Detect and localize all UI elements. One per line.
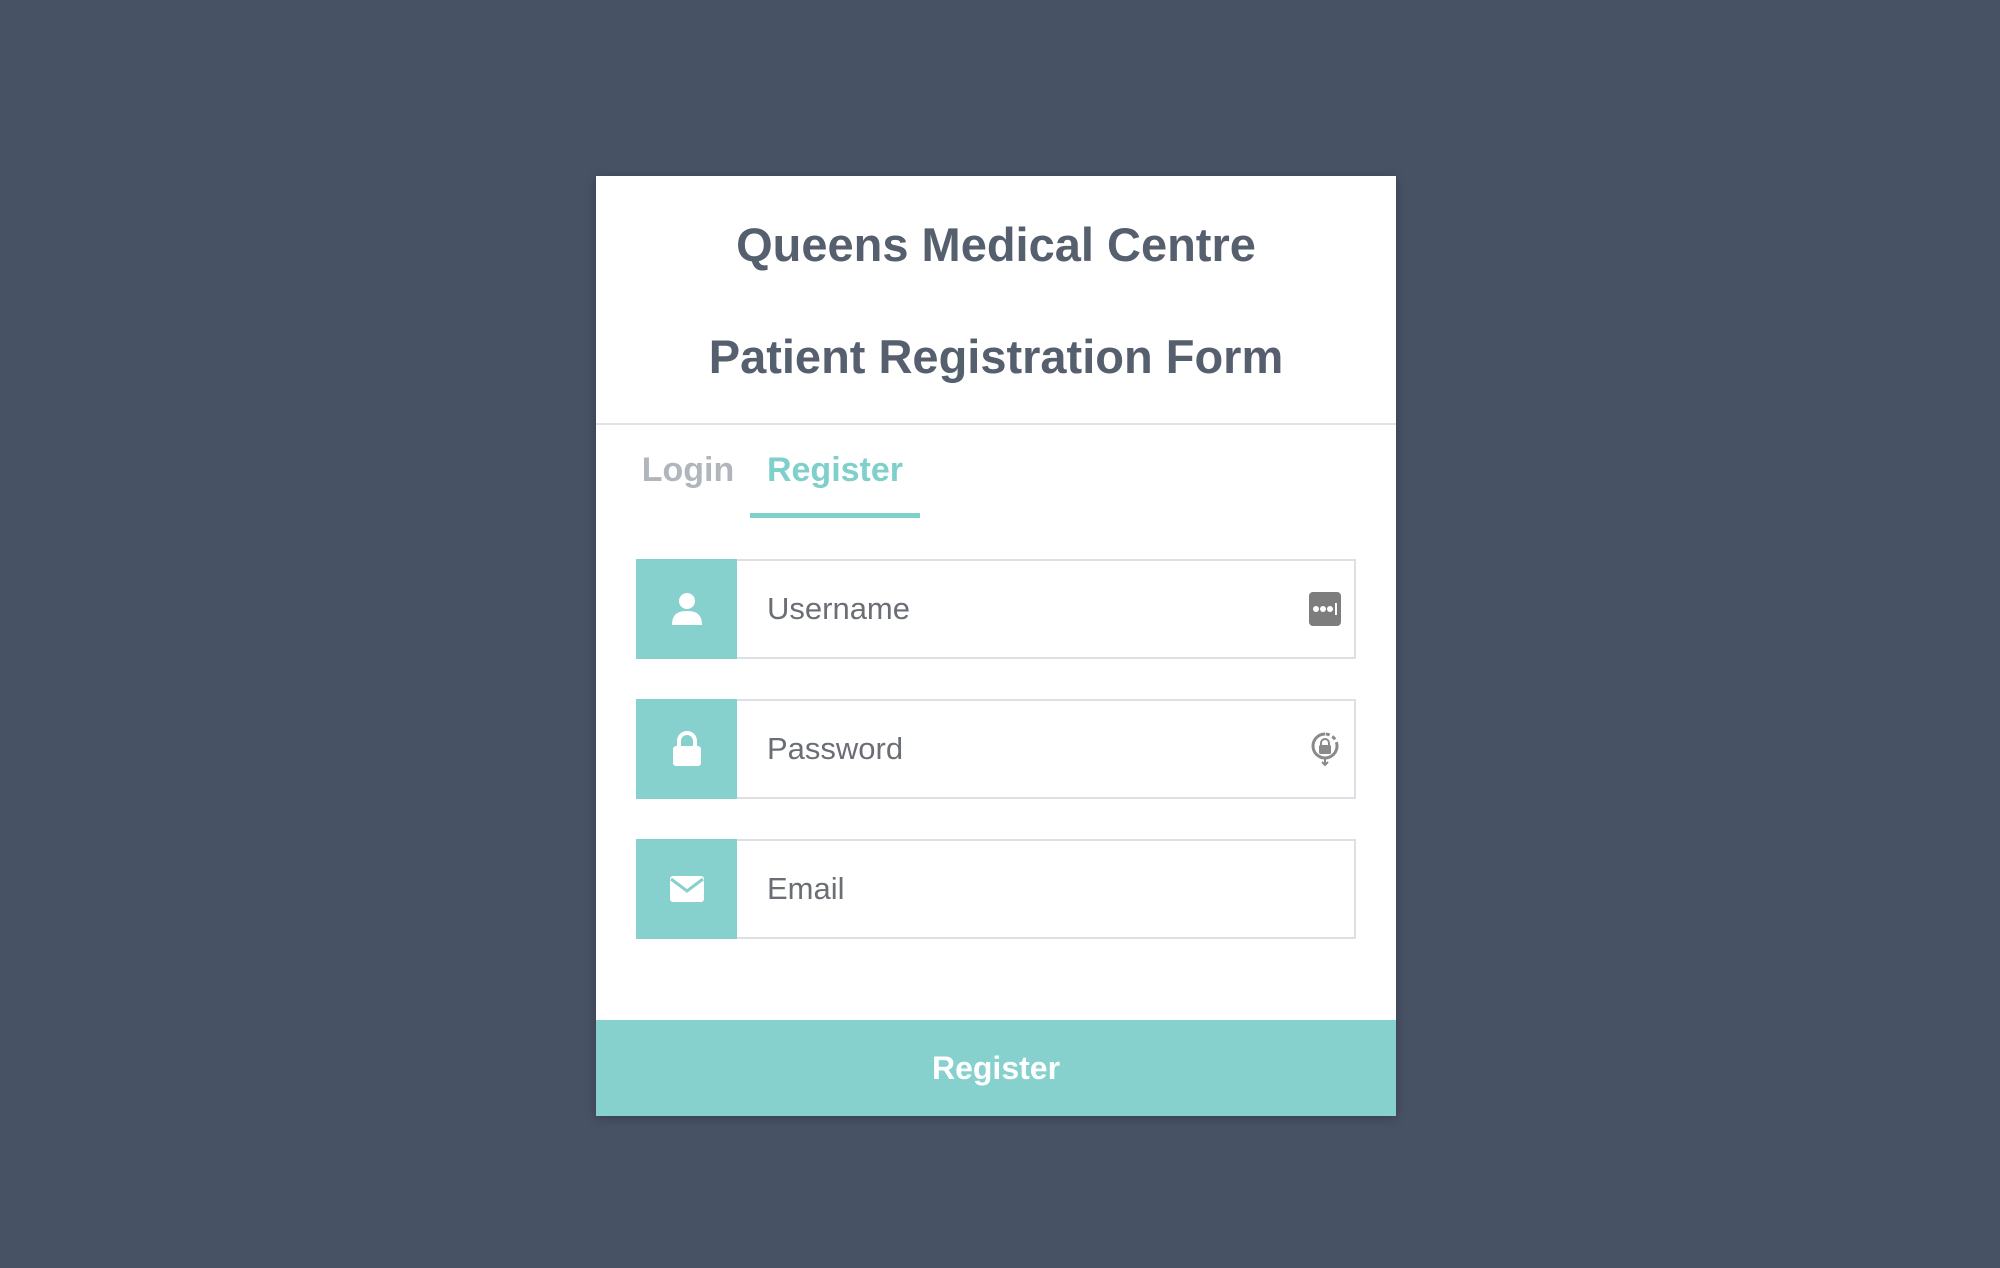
email-row [636, 839, 1356, 939]
user-icon [636, 559, 737, 659]
password-manager-icon[interactable] [1306, 590, 1344, 628]
form-title: Patient Registration Form [708, 330, 1284, 383]
username-row [636, 559, 1356, 659]
envelope-icon [636, 839, 737, 939]
password-row [636, 699, 1356, 799]
tab-register[interactable]: Register [750, 425, 920, 518]
email-input[interactable] [737, 839, 1356, 939]
password-input[interactable] [737, 699, 1356, 799]
hospital-title: Queens Medical Centre [736, 218, 1256, 271]
username-input[interactable] [737, 559, 1356, 659]
registration-card: Queens Medical Centre Patient Registrati… [596, 176, 1396, 1116]
tab-login[interactable]: Login [638, 425, 738, 518]
lock-icon [636, 699, 737, 799]
card-header: Queens Medical Centre Patient Registrati… [596, 176, 1396, 425]
password-autofill-key-icon[interactable] [1306, 730, 1344, 768]
register-button[interactable]: Register [596, 1020, 1396, 1116]
